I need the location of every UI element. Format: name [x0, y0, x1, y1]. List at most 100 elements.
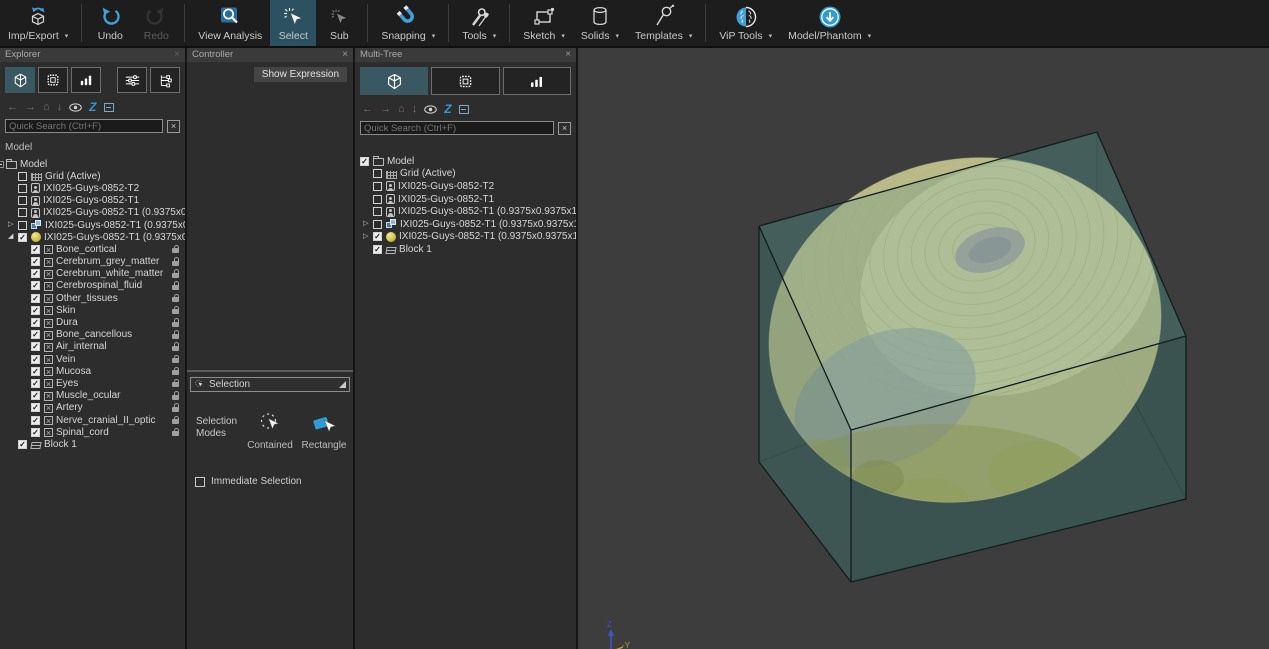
visibility-checkbox[interactable] — [31, 257, 40, 266]
search-input[interactable] — [5, 119, 163, 133]
expander-collapsed-icon[interactable] — [8, 221, 17, 229]
selection-section-header[interactable]: Selection — [190, 377, 350, 392]
visibility-checkbox[interactable] — [31, 342, 40, 351]
visibility-checkbox[interactable] — [31, 428, 40, 437]
imp-export-button[interactable]: Imp/Export▾ — [0, 0, 76, 46]
snapping-button[interactable]: Snapping▾ — [373, 0, 443, 46]
close-icon[interactable]: × — [342, 49, 348, 61]
dropdown-caret-icon[interactable]: ▾ — [868, 32, 872, 40]
tree-item[interactable]: IXI025-Guys-0852-T1 (0.9375x0.9375x1.25) — [355, 205, 576, 218]
visibility-checkbox[interactable] — [31, 306, 40, 315]
visibility-checkbox[interactable] — [31, 391, 40, 400]
tree-item[interactable]: Dura — [0, 316, 185, 328]
visibility-checkbox[interactable] — [373, 195, 382, 204]
tab-hierarchy[interactable] — [150, 67, 180, 93]
redo-button[interactable]: Redo — [133, 0, 179, 46]
tree-item[interactable]: Nerve_cranial_II_optic — [0, 414, 185, 426]
visibility-checkbox[interactable] — [18, 184, 27, 193]
dropdown-caret-icon[interactable]: ▾ — [432, 32, 436, 40]
tree-item[interactable]: Bone_cortical — [0, 243, 185, 255]
eye-icon[interactable] — [424, 105, 437, 114]
visibility-checkbox[interactable] — [360, 157, 369, 166]
tab-model-3d[interactable] — [5, 67, 35, 93]
collapse-all-icon[interactable] — [104, 103, 114, 112]
undo-button[interactable]: Undo — [87, 0, 133, 46]
eye-icon[interactable] — [69, 103, 82, 112]
back-arrow-icon[interactable]: ← — [7, 102, 18, 113]
visibility-checkbox[interactable] — [31, 367, 40, 376]
tree-item[interactable]: IXI025-Guys-0852-T1 (0.9375x0.9375 — [0, 207, 185, 219]
dropdown-caret-icon[interactable]: ▾ — [689, 32, 693, 40]
visibility-checkbox[interactable] — [31, 269, 40, 278]
visibility-checkbox[interactable] — [31, 281, 40, 290]
forward-arrow-icon[interactable]: → — [25, 102, 36, 113]
visibility-checkbox[interactable] — [18, 233, 27, 242]
zoom-z-icon[interactable]: Z — [444, 104, 451, 115]
tree-item[interactable]: IXI025-Guys-0852-T1 (0.9375x0.9375x1.25)… — [355, 218, 576, 231]
tools-button[interactable]: Tools▾ — [454, 0, 504, 46]
visibility-checkbox[interactable] — [31, 330, 40, 339]
expander-collapsed-icon[interactable] — [363, 233, 372, 241]
down-arrow-icon[interactable]: ↓ — [57, 102, 63, 113]
back-arrow-icon[interactable]: ← — [362, 104, 373, 115]
controller-splitter[interactable] — [187, 370, 353, 372]
expander-dot-icon[interactable] — [0, 161, 4, 168]
forward-arrow-icon[interactable]: → — [380, 104, 391, 115]
tree-item[interactable]: IXI025-Guys-0852-T1 — [0, 195, 185, 207]
visibility-checkbox[interactable] — [373, 182, 382, 191]
tab-model-3d[interactable] — [360, 67, 428, 95]
visibility-checkbox[interactable] — [373, 232, 382, 241]
tree-item[interactable]: Model — [0, 158, 185, 170]
dropdown-caret-icon[interactable]: ▾ — [493, 32, 497, 40]
tree-item[interactable]: IXI025-Guys-0852-T1 — [355, 193, 576, 206]
viewport-3d[interactable]: Z -Y — [578, 48, 1269, 649]
visibility-checkbox[interactable] — [31, 318, 40, 327]
clear-search-icon[interactable]: × — [167, 120, 180, 133]
templates-button[interactable]: Templates▾ — [627, 0, 700, 46]
close-icon[interactable]: × — [565, 49, 571, 61]
tree-item[interactable]: Eyes — [0, 377, 185, 389]
tree-item[interactable]: Artery — [0, 402, 185, 414]
tab-simulation[interactable] — [431, 67, 499, 95]
zoom-z-icon[interactable]: Z — [89, 102, 96, 113]
tree-item[interactable]: Grid (Active) — [0, 170, 185, 182]
tree-item[interactable]: Spinal_cord — [0, 426, 185, 438]
visibility-checkbox[interactable] — [373, 207, 382, 216]
visibility-checkbox[interactable] — [18, 440, 27, 449]
tree-item[interactable]: IXI025-Guys-0852-T2 — [355, 180, 576, 193]
rectangle-mode-button[interactable]: Rectangle — [293, 411, 355, 451]
tab-properties[interactable] — [117, 67, 147, 93]
vip-tools-button[interactable]: ViP Tools▾ — [711, 0, 780, 46]
tree-item[interactable]: Skin — [0, 304, 185, 316]
tab-simulation[interactable] — [38, 67, 68, 93]
dropdown-caret-icon[interactable]: ▾ — [561, 32, 565, 40]
tree-item[interactable]: Model — [355, 155, 576, 168]
immediate-selection-checkbox[interactable] — [195, 477, 205, 487]
select-button[interactable]: Select — [270, 0, 316, 46]
dropdown-caret-icon[interactable]: ▾ — [615, 32, 619, 40]
visibility-checkbox[interactable] — [18, 196, 27, 205]
tree-item[interactable]: IXI025-Guys-0852-T2 — [0, 182, 185, 194]
expander-collapsed-icon[interactable] — [363, 220, 372, 228]
visibility-checkbox[interactable] — [18, 172, 27, 181]
tab-analysis[interactable] — [503, 67, 571, 95]
clear-search-icon[interactable]: × — [558, 122, 571, 135]
tab-analysis[interactable] — [71, 67, 101, 93]
home-icon[interactable]: ⌂ — [398, 104, 405, 115]
visibility-checkbox[interactable] — [18, 221, 27, 230]
tree-item[interactable]: Block 1 — [355, 243, 576, 256]
contained-mode-button[interactable]: Contained — [239, 411, 301, 451]
visibility-checkbox[interactable] — [373, 169, 382, 178]
collapse-corner-icon[interactable] — [339, 381, 346, 388]
visibility-checkbox[interactable] — [31, 416, 40, 425]
tree-item[interactable]: Vein — [0, 353, 185, 365]
tree-item[interactable]: Grid (Active) — [355, 168, 576, 181]
show-expression-button[interactable]: Show Expression — [254, 67, 347, 82]
tree-item[interactable]: Air_internal — [0, 341, 185, 353]
down-arrow-icon[interactable]: ↓ — [412, 104, 418, 115]
visibility-checkbox[interactable] — [31, 403, 40, 412]
close-icon[interactable]: × — [174, 49, 180, 61]
tree-item[interactable]: Cerebrospinal_fluid — [0, 280, 185, 292]
tree-item[interactable]: IXI025-Guys-0852-T1 (0.9375x0.9375 — [0, 219, 185, 231]
collapse-all-icon[interactable] — [459, 105, 469, 114]
